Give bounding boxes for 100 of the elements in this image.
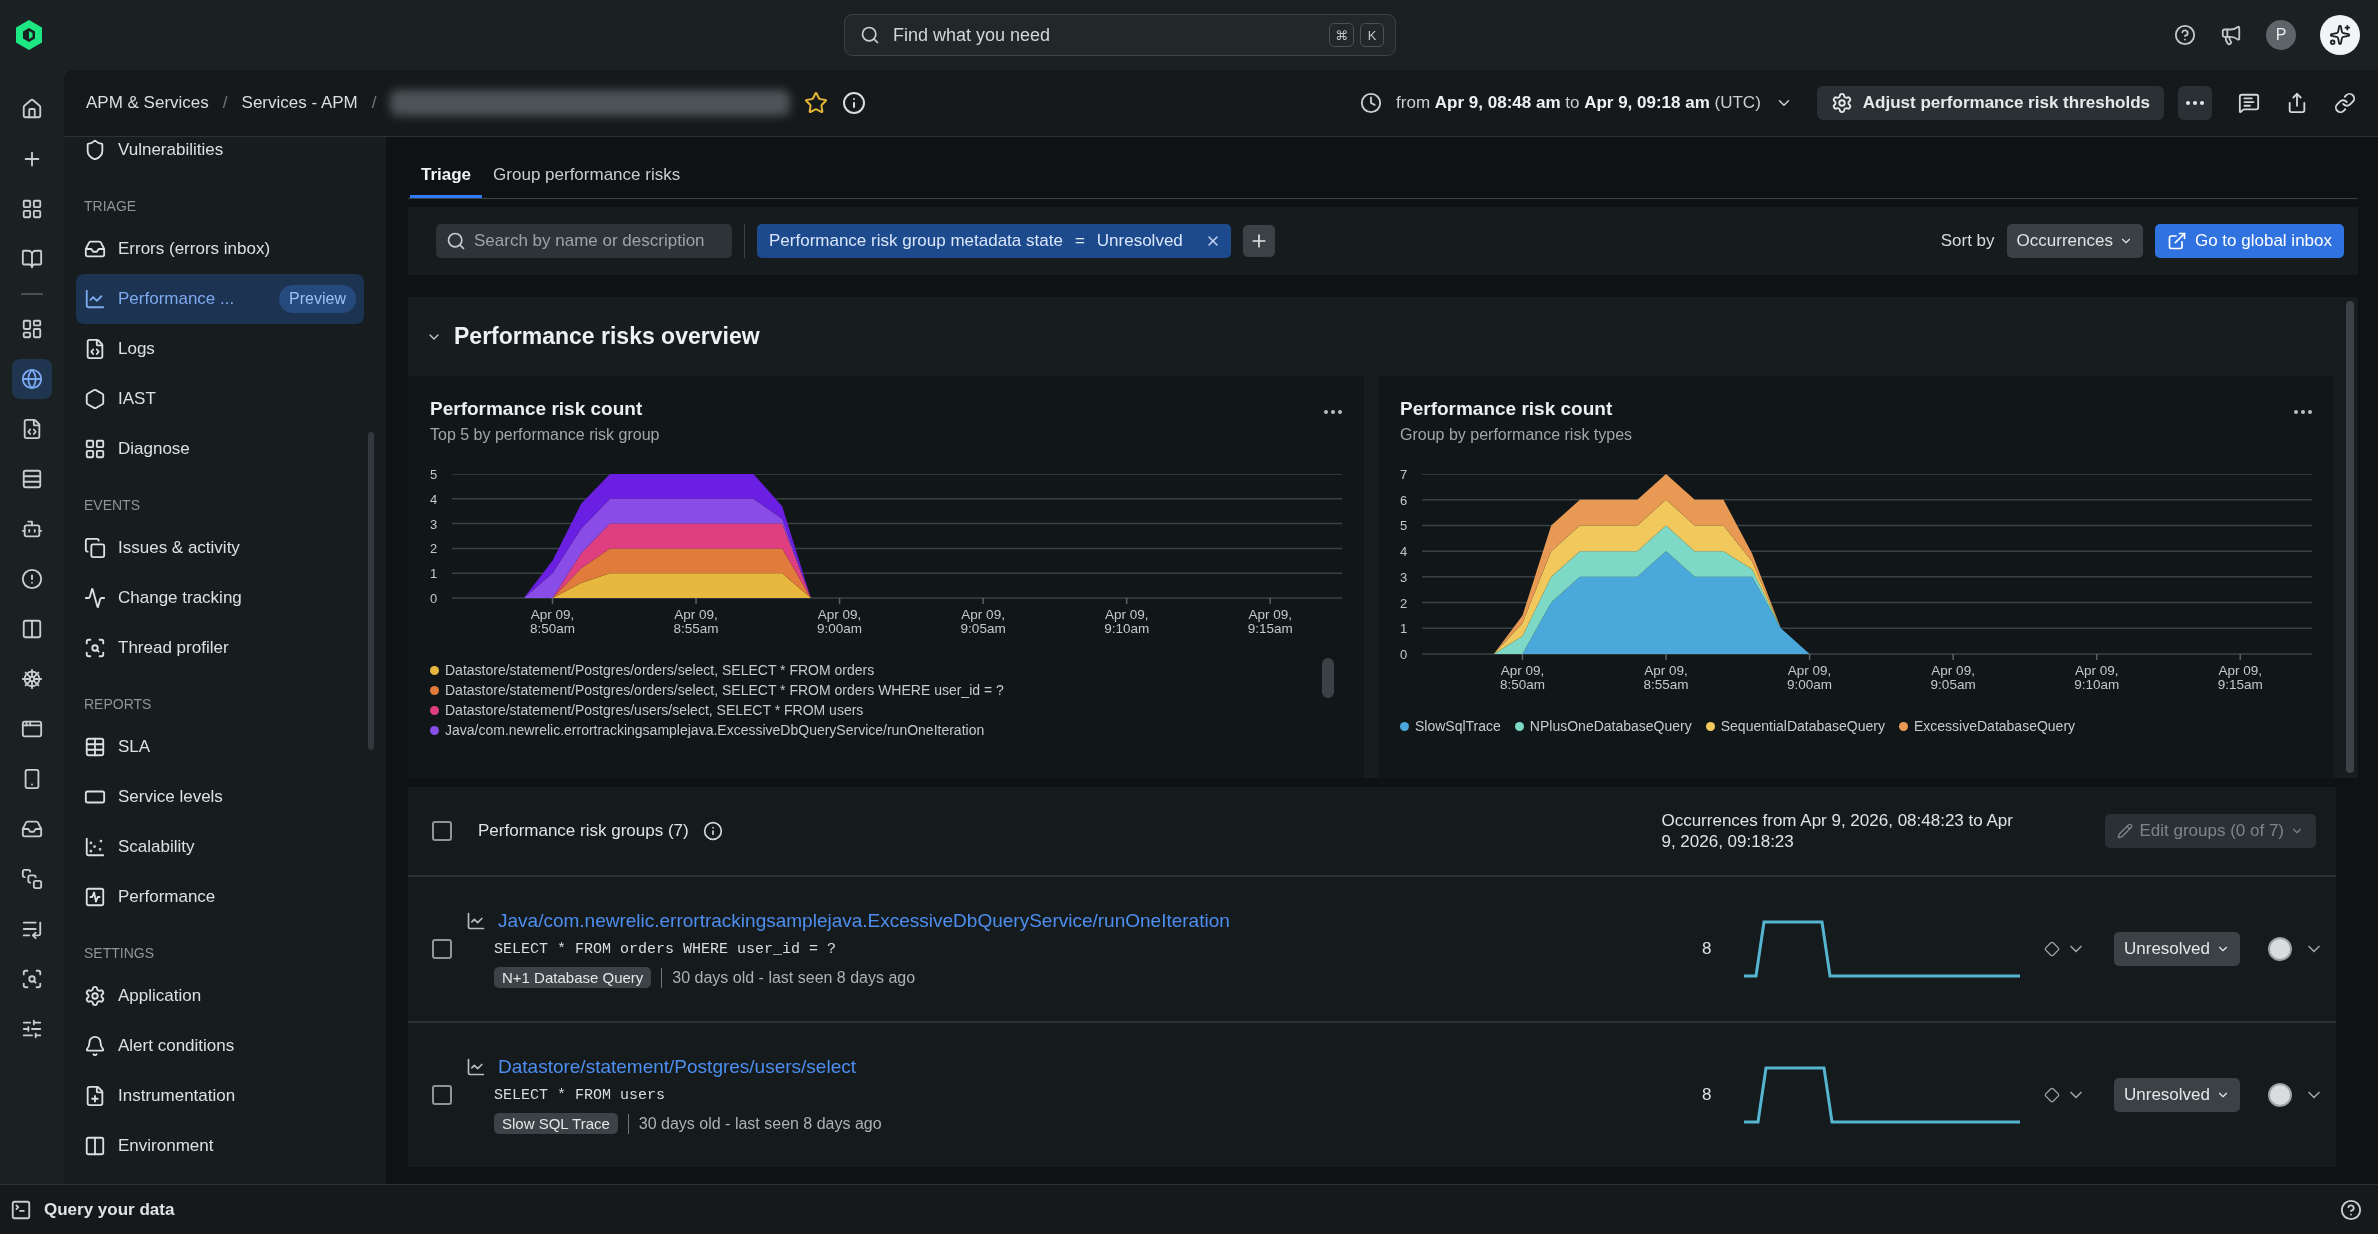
ellipsis-icon — [2186, 101, 2204, 105]
more-button[interactable] — [2178, 86, 2212, 120]
tab[interactable]: Triage — [410, 154, 483, 198]
ellipsis-icon — [1324, 410, 1342, 414]
breadcrumb-separator: / — [222, 93, 228, 113]
key-hint: ⌘ — [1329, 23, 1354, 47]
nav-label: Performance ... — [118, 289, 235, 309]
sliders-icon — [21, 1018, 43, 1040]
axis-label: Apr 09, 8:55am — [1642, 664, 1690, 693]
user-avatar[interactable]: P — [2266, 20, 2296, 50]
assignee-avatar[interactable] — [2268, 937, 2292, 961]
info-icon[interactable] — [842, 91, 867, 115]
share-icon[interactable] — [2286, 92, 2308, 114]
nav-item[interactable]: Change tracking — [76, 573, 364, 623]
gear-icon — [84, 985, 106, 1007]
pulse-icon — [84, 587, 106, 609]
time-range[interactable]: from Apr 9, 08:48 am to Apr 9, 09:18 am (UTC) — [1396, 93, 1761, 113]
axis-label: 2 — [1400, 596, 1408, 610]
help-icon[interactable] — [2340, 1198, 2362, 1221]
nav-item[interactable]: SLA — [76, 722, 364, 772]
star-icon[interactable] — [804, 91, 829, 115]
axis-label: Apr 09, 9:15am — [2216, 664, 2264, 693]
axis-label: 2 — [430, 541, 438, 555]
nav-item[interactable]: IAST — [76, 374, 364, 424]
nav-label: Environment — [118, 1136, 214, 1156]
nav-item[interactable]: Environment — [76, 1121, 364, 1171]
query-text: SELECT * FROM users — [494, 1087, 667, 1104]
scan-search-icon — [21, 968, 43, 990]
adjust-thresholds-button[interactable]: Adjust performance risk thresholds — [1816, 86, 2164, 120]
rows-icon — [21, 468, 43, 490]
nav-item[interactable]: Performance ... Preview — [76, 274, 364, 324]
help-icon[interactable] — [2174, 24, 2196, 46]
nav-item[interactable]: Thread profiler — [76, 623, 364, 673]
section-title: Performance risks overview — [454, 323, 760, 350]
group-link[interactable]: Java/com.newrelic.errortrackingsamplejava.ExcessiveDbQueryService/runOneIteration — [498, 910, 1230, 932]
sparkle-icon — [2329, 24, 2351, 46]
add-filter-button[interactable] — [1242, 225, 1275, 257]
breadcrumb-link[interactable]: APM & Services — [86, 93, 209, 113]
pulse-square-icon — [84, 886, 106, 908]
inbox-icon — [84, 238, 106, 260]
legend-label: NPlusOneDatabaseQuery — [1529, 718, 1692, 734]
assignee-avatar[interactable] — [2268, 1083, 2292, 1107]
axis-label: 3 — [1400, 570, 1408, 584]
comment-icon[interactable] — [2238, 92, 2260, 114]
breadcrumb-link[interactable]: Services - APM — [241, 93, 358, 113]
assistant-button[interactable] — [2320, 15, 2360, 55]
nav-label: Instrumentation — [118, 1086, 236, 1106]
group-link[interactable]: Datastore/statement/Postgres/users/select — [498, 1056, 856, 1078]
scan-search-icon — [84, 637, 106, 659]
nav-item[interactable]: Logs — [76, 324, 364, 374]
code-file-icon — [84, 338, 106, 360]
nav-label: Logs — [118, 339, 155, 359]
grid-icon — [84, 438, 106, 460]
book-icon — [21, 248, 43, 270]
axis-label: 1 — [1400, 621, 1408, 635]
copy-icon — [84, 537, 106, 559]
sort-dropdown[interactable]: Occurrences — [2006, 224, 2143, 258]
nav-item[interactable]: Alert conditions — [76, 1021, 364, 1071]
nav-item[interactable]: Diagnose — [76, 424, 364, 474]
rail-button[interactable] — [12, 359, 52, 399]
logo-icon[interactable] — [14, 19, 44, 51]
inbox-icon — [21, 818, 43, 840]
query-text: SELECT * FROM orders WHERE user_id = ? — [494, 941, 838, 958]
grid-icon — [21, 198, 43, 220]
pencil-icon — [2117, 823, 2134, 839]
robot-icon — [21, 518, 43, 540]
nav-item[interactable]: Application — [76, 971, 364, 1021]
key-hint: K — [1360, 23, 1384, 47]
nav-item[interactable]: Service levels — [76, 772, 364, 822]
status-dropdown[interactable]: Unresolved — [2114, 932, 2240, 966]
alert-icon — [21, 568, 43, 590]
chart-title: Performance risk count — [430, 398, 643, 420]
checkbox[interactable] — [432, 1085, 452, 1105]
checkbox[interactable] — [432, 939, 452, 959]
clock-icon — [1360, 92, 1383, 114]
search-icon — [860, 25, 880, 45]
info-icon[interactable] — [702, 821, 723, 841]
occurrence-count: 8 — [1702, 1085, 1713, 1105]
nav-item[interactable]: Errors (errors inbox) — [76, 224, 364, 274]
global-inbox-button[interactable]: Go to global inbox — [2154, 224, 2344, 258]
nav-label: Diagnose — [118, 439, 190, 459]
nav-label: Application — [118, 986, 202, 1006]
columns-icon — [84, 1135, 106, 1157]
search-field[interactable]: Search by name or description — [436, 224, 732, 258]
nav-item[interactable]: Instrumentation — [76, 1071, 364, 1121]
nav-item[interactable]: Vulnerabilities — [76, 137, 364, 175]
link-icon[interactable] — [2334, 92, 2356, 114]
line-chart-icon — [466, 911, 486, 931]
megaphone-icon[interactable] — [2220, 24, 2242, 46]
nav-item[interactable]: Scalability — [76, 822, 364, 872]
home-icon — [21, 98, 43, 120]
nav-item[interactable]: Issues & activity — [76, 523, 364, 573]
axis-label: 6 — [1400, 493, 1408, 507]
filter-chip[interactable]: Performance risk group metadata state = Unresolved — [757, 224, 1231, 258]
checkbox[interactable] — [432, 821, 452, 841]
tab[interactable]: Group performance risks — [482, 154, 692, 198]
nav-item[interactable]: Performance — [76, 872, 364, 922]
query-data-link[interactable]: Query your data — [44, 1199, 175, 1220]
axis-label: Apr 09, 9:10am — [2073, 664, 2121, 693]
status-dropdown[interactable]: Unresolved — [2114, 1078, 2240, 1112]
